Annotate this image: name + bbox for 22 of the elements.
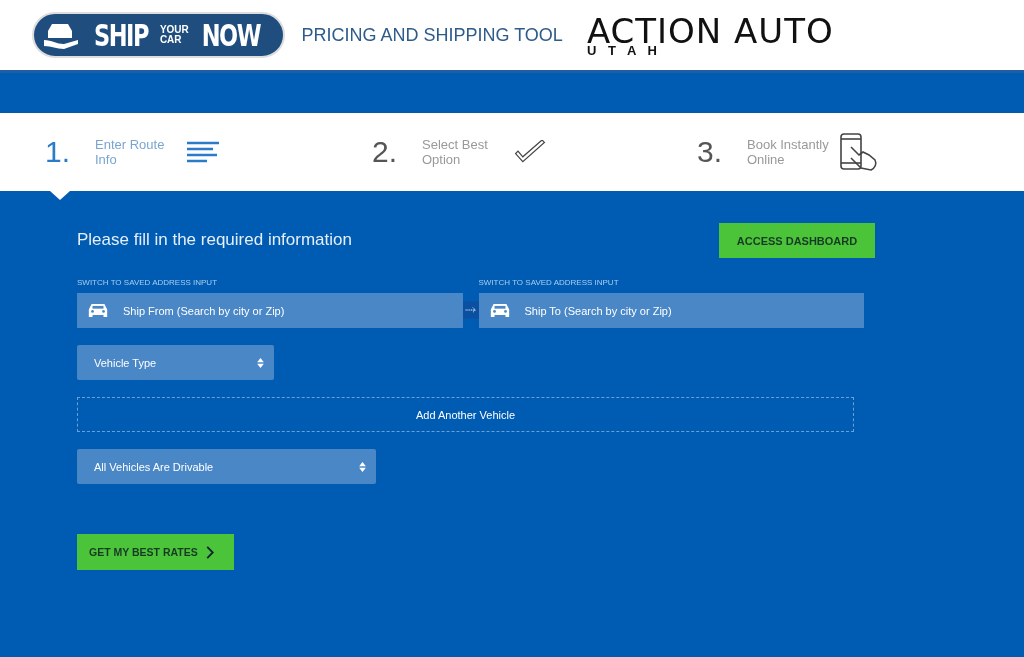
form-heading: Please fill in the required information — [77, 230, 352, 250]
step-tab[interactable]: 2. Select Best Option — [372, 135, 546, 169]
add-vehicle-button[interactable]: Add Another Vehicle — [77, 397, 854, 432]
tool-title: PRICING AND SHIPPING TOOL — [301, 24, 563, 46]
get-rates-button[interactable]: GET MY BEST RATES — [77, 534, 234, 570]
checkmark-icon — [514, 140, 546, 164]
ship-from-field[interactable]: Ship From (Search by city or Zip) — [77, 293, 463, 328]
drivable-dropdown[interactable]: All Vehicles Are Drivable — [77, 449, 376, 484]
sort-arrows-icon — [359, 461, 366, 472]
switch-address-link[interactable]: SWITCH TO SAVED ADDRESS INPUT — [77, 278, 463, 287]
vehicle-type-dropdown[interactable]: Vehicle Type — [77, 345, 274, 380]
action-auto-utah-logo: ACTION AUTO U T A H — [586, 13, 834, 57]
text-lines-icon — [187, 140, 219, 164]
phone-tap-icon — [839, 133, 879, 171]
step-tab[interactable]: 3. Book Instantly Online — [697, 133, 879, 171]
sort-arrows-icon — [257, 357, 264, 368]
ship-your-car-now-logo: SHIP YOUR CAR NOW — [32, 12, 286, 58]
switch-address-link[interactable]: SWITCH TO SAVED ADDRESS INPUT — [478, 278, 864, 287]
ship-to-field[interactable]: Ship To (Search by city or Zip) — [478, 293, 864, 328]
chevron-right-icon — [205, 545, 214, 559]
step-tab[interactable]: 1. Enter Route Info — [45, 135, 219, 169]
access-dashboard-button[interactable]: ACCESS DASHBOARD — [719, 223, 875, 258]
